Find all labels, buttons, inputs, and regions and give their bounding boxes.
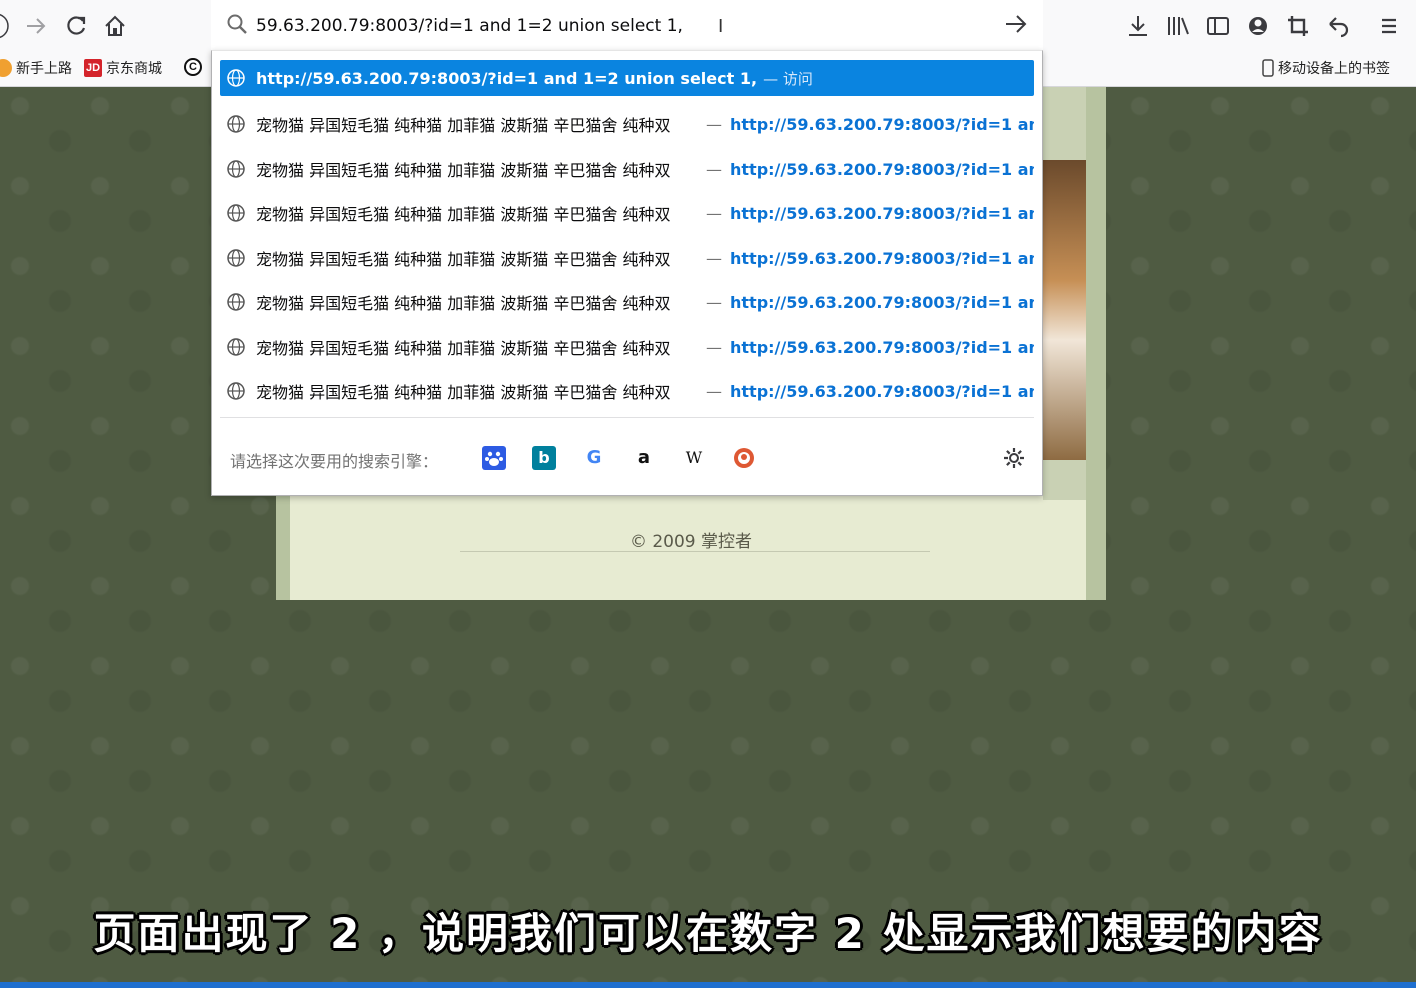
separator: — [706,292,722,312]
suggestion-row[interactable]: 宠物猫 异国短毛猫 纯种猫 加菲猫 波斯猫 辛巴猫舍 纯种双 — http://… [220,240,1034,276]
download-icon [1129,16,1147,36]
suggestion-url: http://59.63.200.79:8003/?id=1 and 1=2 [730,114,1034,134]
suggestion-url: http://59.63.200.79:8003/?id=1 and 1=2 [730,159,1034,179]
hamburger-menu-icon [1382,18,1396,34]
bookmark-item[interactable]: 新手上路 [0,58,72,78]
wikipedia-icon[interactable]: W [682,446,706,470]
suggestion-row[interactable]: 宠物猫 异国短毛猫 纯种猫 加菲猫 波斯猫 辛巴猫舍 纯种双 — http://… [220,284,1034,320]
library-icon [1168,17,1189,35]
go-arrow-icon[interactable] [1004,12,1028,36]
google-icon[interactable]: G [582,446,606,470]
back-icon [0,13,9,39]
separator: — [706,203,722,223]
site-footer: © 2009 掌控者 [629,532,753,552]
forward-arrow-icon [27,18,46,34]
globe-icon [227,382,245,400]
globe-icon [227,204,245,222]
amazon-icon[interactable]: a [632,446,656,470]
suggestion-url: http://59.63.200.79:8003/?id=1 and 1=2 [730,292,1034,312]
video-subtitle: 页面出现了 2 ，说明我们可以在数字 2 处显示我们想要的内容 [93,909,1323,958]
mobile-bookmarks[interactable]: 移动设备上的书签 [1262,58,1390,78]
globe-icon [227,249,245,267]
downloads-button[interactable] [1124,12,1152,40]
globe-icon [227,338,245,356]
globe-icon [227,160,245,178]
suggestion-row[interactable]: 宠物猫 异国短毛猫 纯种猫 加菲猫 波斯猫 辛巴猫舍 纯种双 — http://… [220,195,1034,231]
suggestion-url: http://59.63.200.79:8003/?id=1 and 1=2 [730,203,1034,223]
suggestion-selected[interactable]: http://59.63.200.79:8003/?id=1 and 1=2 u… [220,60,1034,96]
site-decoration [1043,86,1086,160]
bookmark-item[interactable]: C [184,58,202,76]
site-decoration [1043,460,1086,500]
popup-divider [220,417,1034,418]
undo-icon [1329,17,1349,38]
suggestion-row[interactable]: 宠物猫 异国短毛猫 纯种猫 加菲猫 波斯猫 辛巴猫舍 纯种双 — http://… [220,373,1034,409]
separator: — [706,159,722,179]
undo-button[interactable] [1324,12,1352,40]
separator: — [706,114,722,134]
globe-icon [227,293,245,311]
forward-button[interactable] [22,12,50,40]
c-icon: C [184,58,202,76]
menu-button[interactable] [1375,12,1403,40]
separator: — [706,248,722,268]
suggestion-title: 宠物猫 异国短毛猫 纯种猫 加菲猫 波斯猫 辛巴猫舍 纯种双 [256,161,671,180]
bing-icon[interactable]: b [532,446,556,470]
sidebar-icon [1207,17,1229,35]
reload-icon [67,16,86,35]
reload-button[interactable] [62,12,90,40]
back-button[interactable] [0,12,14,40]
search-icon [227,14,247,34]
suggestion-row[interactable]: 宠物猫 异国短毛猫 纯种猫 加菲猫 波斯猫 辛巴猫舍 纯种双 — http://… [220,106,1034,142]
home-icon [105,15,125,36]
text-cursor: I [718,16,724,37]
cat-photo [1043,160,1086,460]
account-button[interactable] [1244,12,1272,40]
suggestion-title: 宠物猫 异国短毛猫 纯种猫 加菲猫 波斯猫 辛巴猫舍 纯种双 [256,205,671,224]
sidebar-button[interactable] [1204,12,1232,40]
suggestion-title: 宠物猫 异国短毛猫 纯种猫 加菲猫 波斯猫 辛巴猫舍 纯种双 [256,339,671,358]
account-icon [1249,17,1267,35]
suggestion-title: 宠物猫 异国短毛猫 纯种猫 加菲猫 波斯猫 辛巴猫舍 纯种双 [256,383,671,402]
gear-icon[interactable] [1002,446,1026,470]
jd-icon: JD [84,59,102,77]
search-engines-label: 请选择这次要用的搜索引擎： [230,452,439,471]
suggestion-url: http://59.63.200.79:8003/?id=1 and 1=2 [730,337,1034,357]
separator: — [706,381,722,401]
globe-icon [227,115,245,133]
suggestion-row[interactable]: 宠物猫 异国短毛猫 纯种猫 加菲猫 波斯猫 辛巴猫舍 纯种双 — http://… [220,151,1034,187]
globe-icon [227,69,245,87]
suggestion-url: http://59.63.200.79:8003/?id=1 and 1=2 [730,381,1034,401]
home-button[interactable] [101,12,129,40]
mobile-device-icon [1262,59,1274,77]
suggestion-url: http://59.63.200.79:8003/?id=1 and 1=2 u… [256,68,758,88]
library-button[interactable] [1164,12,1192,40]
suggestion-row[interactable]: 宠物猫 异国短毛猫 纯种猫 加菲猫 波斯猫 辛巴猫舍 纯种双 — http://… [220,329,1034,365]
duckduckgo-icon[interactable] [732,446,756,470]
crop-icon [1288,16,1308,36]
url-input[interactable] [256,14,976,38]
visit-label: — 访问 [763,69,813,88]
baidu-icon[interactable] [482,446,506,470]
suggestion-title: 宠物猫 异国短毛猫 纯种猫 加菲猫 波斯猫 辛巴猫舍 纯种双 [256,116,671,135]
firefox-icon [0,59,12,77]
suggestion-title: 宠物猫 异国短毛猫 纯种猫 加菲猫 波斯猫 辛巴猫舍 纯种双 [256,294,671,313]
suggestion-title: 宠物猫 异国短毛猫 纯种猫 加菲猫 波斯猫 辛巴猫舍 纯种双 [256,250,671,269]
separator: — [706,337,722,357]
bookmark-item[interactable]: JD 京东商城 [84,58,162,78]
screenshot-button[interactable] [1284,12,1312,40]
footer-divider [460,551,930,552]
taskbar-edge [0,982,1416,988]
suggestion-url: http://59.63.200.79:8003/?id=1 and 1=2 [730,248,1034,268]
